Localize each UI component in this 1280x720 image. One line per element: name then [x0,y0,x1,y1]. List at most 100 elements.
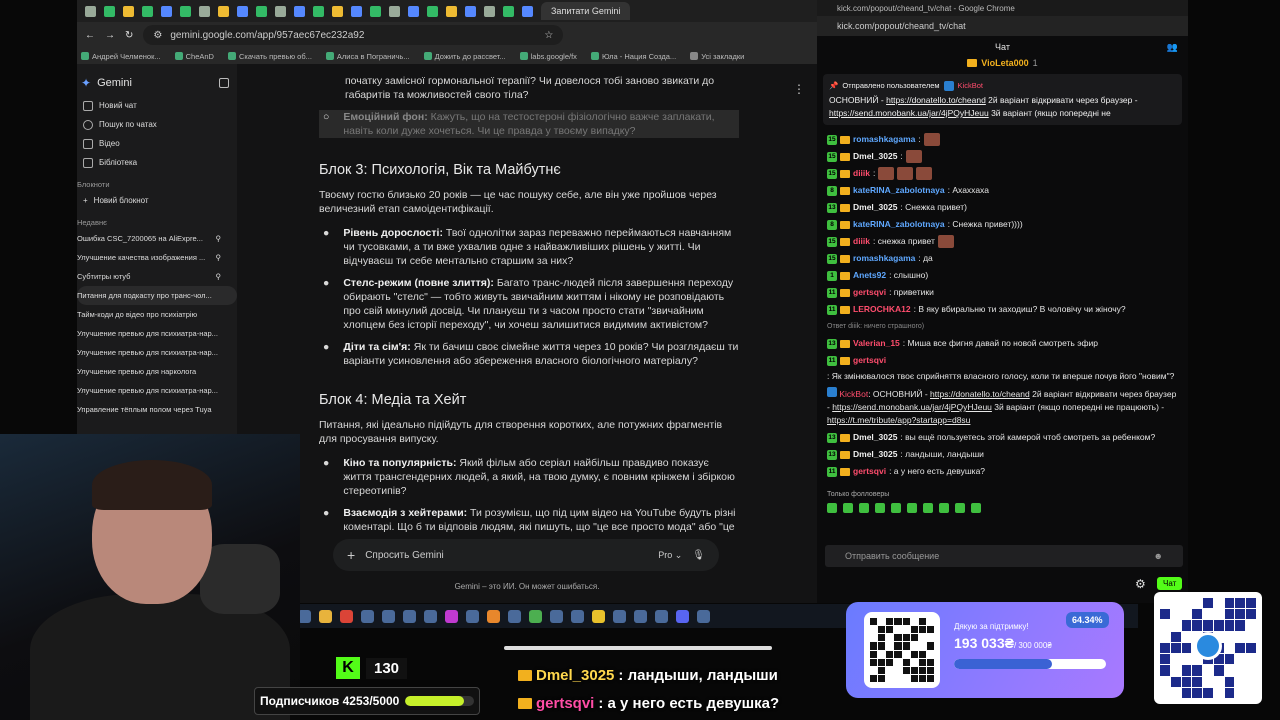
chrome-icon[interactable] [340,609,353,623]
microphone-icon[interactable]: 🎙 [692,550,705,561]
tab-icon[interactable] [142,5,153,17]
recent-chat-item[interactable]: Субтитры ютуб ⚲ [77,267,237,286]
bookmark-item[interactable]: Андрей Челменок... [81,52,161,61]
back-icon[interactable]: ← [85,30,95,41]
tab-icon[interactable] [332,5,343,17]
tab-icon[interactable] [389,5,400,17]
bookmark-item[interactable]: Юла - Нация Созда... [590,52,676,61]
users-icon[interactable]: 👥 [1167,42,1178,53]
emoji-icon[interactable]: ☻ [1154,551,1163,561]
chat-link[interactable]: https://send.monobank.ua/jar/4jPQyHJeuu [832,402,992,412]
app-icon[interactable] [508,609,521,623]
chat-username[interactable]: diiik [853,235,870,248]
emote-icon[interactable] [859,503,869,513]
tab-icon[interactable] [294,5,305,17]
app-icon[interactable] [382,609,395,623]
chat-username[interactable]: kateRINA_zabolotnaya [853,184,945,197]
tab-icon[interactable] [484,5,495,17]
recent-chat-item-active[interactable]: Питання для подкасту про транс-чол... [77,286,237,305]
tab-icon[interactable] [313,5,324,17]
recent-chat-item[interactable]: Улучшение превью для психиатра-нар... [77,343,237,362]
chat-username[interactable]: gertsqvi [853,354,886,367]
recent-chat-item[interactable]: Управление тёплым полом через Tuya [77,400,237,419]
emote-icon[interactable] [939,503,949,513]
app-icon[interactable] [550,609,563,623]
chat-username[interactable]: gertsqvi [853,465,886,478]
chat-username[interactable]: kateRINA_zabolotnaya [853,218,945,231]
chat-username[interactable]: romashkagama [853,133,915,146]
chat-username[interactable]: Dmel_3025 [853,201,897,214]
new-notebook-button[interactable]: + Новий блокнот [77,191,237,210]
tab-icon[interactable] [161,5,172,17]
chat-username[interactable]: gertsqvi [853,286,886,299]
bookmark-star-icon[interactable]: ☆ [544,30,553,41]
chat-username[interactable]: LEROCHKA12 [853,303,911,316]
tab-icon[interactable] [256,5,267,17]
site-info-icon[interactable]: ⚙ [153,30,162,41]
tab-icon[interactable] [351,5,362,17]
pinned-link[interactable]: https://send.monobank.ua/jar/4jPQyHJeuu [829,108,989,118]
app-icon[interactable] [613,609,626,623]
bookmark-item[interactable]: Дожить до рассвет... [423,52,506,61]
chat-username[interactable]: romashkagama [853,252,915,265]
chat-link[interactable]: https://t.me/tribute/app?startapp=d8su [827,415,970,425]
tab-icon[interactable] [427,5,438,17]
emote-icon[interactable] [971,503,981,513]
tab-icon[interactable] [218,5,229,17]
recent-chat-item[interactable]: Улучшение качества изображения ... ⚲ [77,248,237,267]
tab-icon[interactable] [446,5,457,17]
chat-link[interactable]: https://donatello.to/cheand [930,389,1030,399]
app-icon[interactable] [592,609,605,623]
bookmark-item[interactable]: CheAnD [174,52,214,61]
chat-composer[interactable]: Отправить сообщение ☻ [825,545,1183,567]
chat-username[interactable]: Dmel_3025 [853,150,897,163]
emote-icon[interactable] [955,503,965,513]
search-chats-button[interactable]: Пошук по чатах [77,115,237,134]
emote-icon[interactable] [875,503,885,513]
bookmark-item[interactable]: labs.google/fx [519,52,577,61]
chat-username[interactable]: Valerian_15 [853,337,900,350]
tab-icon[interactable] [465,5,476,17]
chat-username[interactable]: Dmel_3025 [853,431,897,444]
emote-icon[interactable] [843,503,853,513]
app-icon[interactable] [655,609,668,623]
forward-icon[interactable]: → [105,30,115,41]
chat-username[interactable]: Anets92 [853,269,886,282]
active-tab[interactable]: Запитати Gemini [541,2,631,20]
app-icon[interactable] [403,609,416,623]
url-field[interactable]: ⚙ gemini.google.com/app/957aec67ec232a92… [143,25,564,45]
recent-chat-item[interactable]: Ошибка CSC_7200065 на AliExpre... ⚲ [77,229,237,248]
top-gifter[interactable]: VioLeta000 [981,58,1028,68]
chat-username[interactable]: Dmel_3025 [853,448,897,461]
recent-chat-item[interactable]: Улучшение превью для нарколога [77,362,237,381]
bookmark-item[interactable]: Алиса в Пограничь... [325,52,410,61]
sidebar-toggle-icon[interactable] [219,78,229,88]
app-icon[interactable] [361,609,374,623]
chat-username[interactable]: diiik [853,167,870,180]
tab-icon[interactable] [104,5,115,17]
tab-icon[interactable] [522,5,533,17]
new-chat-button[interactable]: Новий чат [77,96,237,115]
tab-icon[interactable] [180,5,191,17]
tab-icon[interactable] [370,5,381,17]
explorer-icon[interactable] [319,609,332,623]
app-icon[interactable] [445,609,458,623]
tab-icon[interactable] [199,5,210,17]
app-icon[interactable] [424,609,437,623]
settings-icon[interactable]: ⚙ [1135,577,1146,591]
app-icon[interactable] [634,609,647,623]
tab-icon[interactable] [275,5,286,17]
emote-icon[interactable] [891,503,901,513]
app-icon[interactable] [487,609,500,623]
tab-icon[interactable] [237,5,248,17]
emote-icon[interactable] [827,503,837,513]
app-icon[interactable] [529,609,542,623]
all-bookmarks[interactable]: Усі закладки [690,52,744,61]
steam-icon[interactable] [697,609,710,623]
recent-chat-item[interactable]: Улучшение превью для психиатра-нар... [77,324,237,343]
recent-chat-item[interactable]: Улучшение превью для психиатра-нар... [77,381,237,400]
reload-icon[interactable]: ↻ [125,30,133,41]
app-icon[interactable] [466,609,479,623]
video-button[interactable]: Відео [77,134,237,153]
more-options-icon[interactable]: ⋮ [793,82,805,96]
